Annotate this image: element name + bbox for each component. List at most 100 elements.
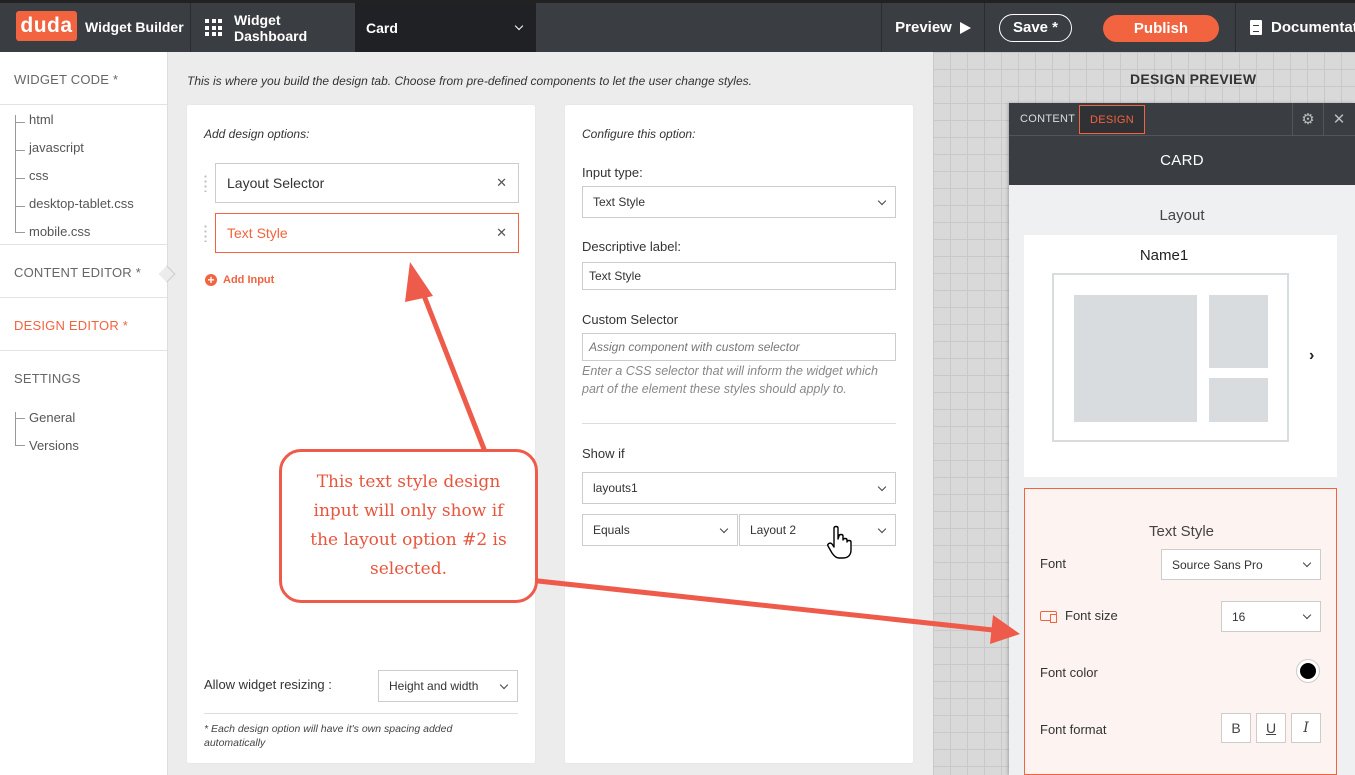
app-title: Widget Builder — [85, 19, 184, 35]
tree-line — [15, 115, 16, 232]
divider — [0, 297, 167, 298]
divider — [0, 350, 167, 351]
document-icon — [1250, 20, 1262, 35]
design-option-layout-selector[interactable]: Layout Selector ✕ — [215, 163, 519, 203]
widget-selector-dropdown[interactable]: Card — [355, 3, 536, 52]
show-if-value-select[interactable]: Layout 2 — [739, 514, 896, 546]
save-button[interactable]: Save * — [999, 14, 1072, 42]
divider — [0, 244, 167, 245]
sidebar-item-mobile-css[interactable]: mobile.css — [29, 224, 90, 239]
chevron-down-icon — [719, 524, 729, 533]
input-type-value: Text Style — [593, 195, 646, 209]
sidebar-design-editor[interactable]: DESIGN EDITOR * — [14, 318, 128, 333]
font-size-value: 16 — [1232, 609, 1246, 624]
divider — [582, 423, 896, 424]
font-color-swatch[interactable] — [1296, 659, 1320, 683]
configure-option-panel: Configure this option: Input type: Text … — [565, 105, 913, 763]
font-size-label-row: Font size — [1040, 608, 1118, 623]
grid-icon — [205, 19, 222, 36]
chevron-down-icon — [1302, 610, 1312, 620]
show-if-operator-value: Equals — [593, 523, 630, 537]
chevron-right-icon[interactable]: › — [1309, 347, 1314, 365]
custom-selector-help: Enter a CSS selector that will inform th… — [582, 364, 878, 396]
add-input-button[interactable]: + Add Input — [205, 274, 274, 286]
tree-branch — [15, 122, 25, 123]
tab-design[interactable]: DESIGN — [1079, 105, 1145, 134]
custom-selector-input[interactable]: Assign component with custom selector — [582, 333, 896, 361]
chevron-down-icon — [1302, 558, 1312, 568]
publish-button[interactable]: Publish — [1103, 15, 1219, 42]
divider — [204, 713, 518, 714]
chevron-down-icon — [877, 482, 887, 491]
tree-branch — [15, 445, 25, 446]
sidebar-item-javascript[interactable]: javascript — [29, 140, 84, 155]
layout-selector-card: Name1 › — [1024, 235, 1337, 477]
resize-select[interactable]: Height and width — [378, 670, 518, 702]
drag-handle-icon[interactable] — [204, 174, 207, 192]
close-icon[interactable]: ✕ — [496, 175, 507, 191]
tree-branch — [15, 178, 25, 179]
show-if-field-select[interactable]: layouts1 — [582, 472, 896, 504]
layout-block — [1209, 378, 1268, 422]
show-if-operator-select[interactable]: Equals — [582, 514, 738, 546]
sidebar-item-versions[interactable]: Versions — [29, 438, 79, 453]
chevron-down-icon — [514, 21, 524, 31]
design-preview-title: DESIGN PREVIEW — [1130, 71, 1257, 87]
text-style-title: Text Style — [1148, 523, 1215, 540]
underline-button[interactable]: U — [1256, 713, 1286, 743]
panel-title: Configure this option: — [582, 127, 696, 141]
layout-name: Name1 — [1139, 247, 1189, 264]
sidebar-item-desktop-tablet-css[interactable]: desktop-tablet.css — [29, 196, 134, 211]
descriptive-label-input[interactable]: Text Style — [582, 262, 896, 290]
intro-text: This is where you build the design tab. … — [187, 74, 752, 88]
layout-block — [1209, 295, 1268, 368]
sidebar-item-general[interactable]: General — [29, 410, 75, 425]
resize-label: Allow widget resizing : — [204, 677, 332, 692]
font-select[interactable]: Source Sans Pro — [1161, 549, 1321, 580]
layout-thumbnail[interactable] — [1052, 273, 1289, 442]
sidebar-item-html[interactable]: html — [29, 112, 54, 127]
device-icon — [1040, 610, 1057, 623]
preview-widget-header: CARD — [1009, 135, 1355, 185]
preview-tabs: CONTENT DESIGN ⚙ ✕ — [1009, 103, 1355, 135]
top-bar: duda Widget Builder Widget Dashboard Car… — [0, 0, 1355, 52]
resize-value: Height and width — [389, 679, 479, 693]
sidebar-content-editor[interactable]: CONTENT EDITOR * — [14, 265, 141, 280]
drag-handle-icon[interactable] — [204, 224, 207, 242]
tree-branch — [15, 418, 25, 419]
bold-button[interactable]: B — [1221, 713, 1251, 743]
close-icon[interactable]: ✕ — [496, 225, 507, 241]
font-color-label: Font color — [1040, 665, 1098, 680]
documentation-link[interactable]: Documentation — [1235, 3, 1355, 52]
font-size-label: Font size — [1065, 608, 1118, 623]
input-type-select[interactable]: Text Style — [582, 186, 896, 218]
sidebar: WIDGET CODE * html javascript css deskto… — [0, 52, 168, 775]
sidebar-settings[interactable]: SETTINGS — [14, 371, 81, 386]
add-input-label: Add Input — [223, 274, 275, 286]
input-type-label: Input type: — [582, 165, 643, 180]
italic-button[interactable]: I — [1291, 713, 1321, 743]
annotation-callout: This text style design input will only s… — [279, 449, 538, 603]
sidebar-item-css[interactable]: css — [29, 168, 49, 183]
plus-icon: + — [205, 274, 217, 286]
layout-section-title: Layout — [1159, 207, 1205, 224]
font-size-select[interactable]: 16 — [1221, 601, 1321, 632]
panel-title: Add design options: — [204, 127, 310, 141]
widget-dashboard-button[interactable]: Widget Dashboard — [191, 3, 355, 52]
preview-label: Preview — [895, 19, 952, 36]
tab-content[interactable]: CONTENT — [1010, 105, 1085, 134]
custom-selector-label: Custom Selector — [582, 312, 679, 327]
chevron-down-icon — [877, 196, 887, 205]
footnote: * Each design option will have it's own … — [204, 723, 453, 749]
option-label: Layout Selector — [227, 175, 325, 191]
show-if-field-value: layouts1 — [593, 481, 638, 495]
duda-logo[interactable]: duda — [16, 11, 77, 41]
font-label: Font — [1040, 556, 1067, 571]
option-label: Text Style — [227, 225, 288, 241]
widget-dashboard-label: Widget Dashboard — [234, 11, 308, 44]
design-option-text-style[interactable]: Text Style ✕ — [215, 213, 519, 253]
sidebar-widget-code[interactable]: WIDGET CODE * — [14, 72, 118, 87]
close-icon[interactable]: ✕ — [1323, 103, 1354, 135]
gear-icon[interactable]: ⚙ — [1292, 103, 1323, 135]
preview-button[interactable]: Preview — [881, 3, 985, 52]
